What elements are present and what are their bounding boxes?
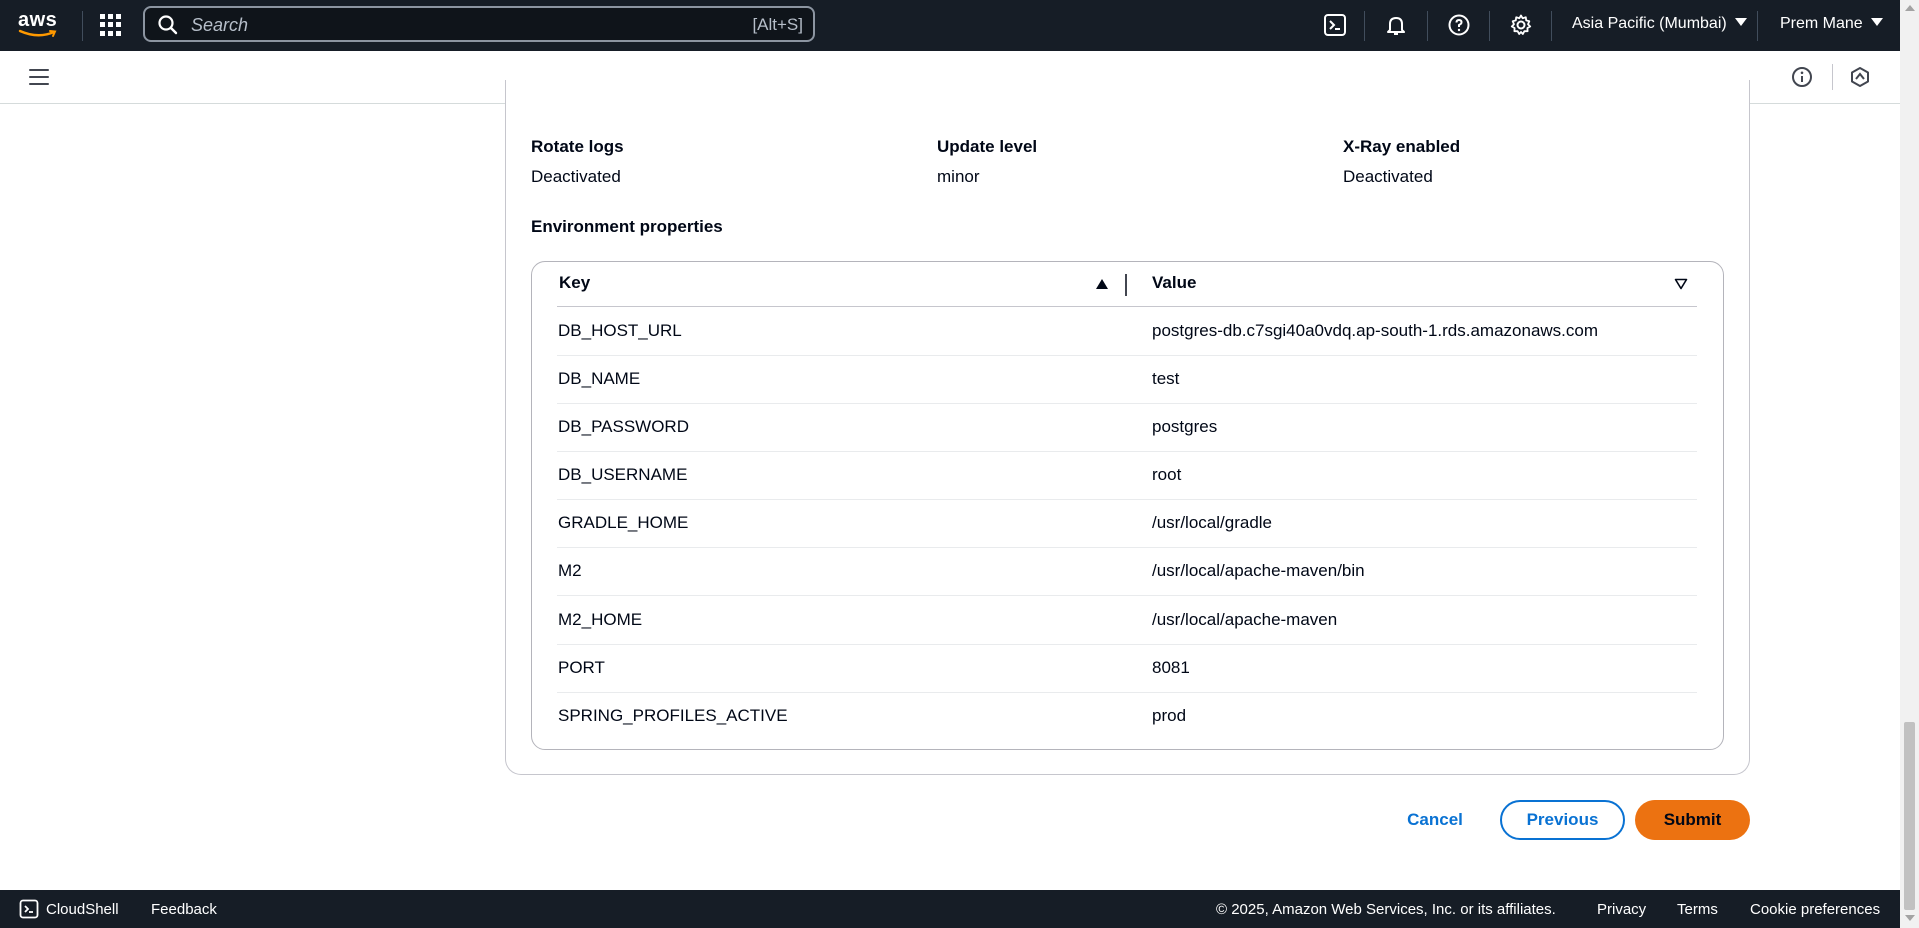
- env-key: SPRING_PROFILES_ACTIVE: [558, 706, 788, 725]
- table-row: M2 /usr/local/apache-maven/bin: [557, 547, 1697, 596]
- footer-cookie-preferences-link[interactable]: Cookie preferences: [1750, 901, 1880, 918]
- caret-down-icon: [1734, 18, 1747, 26]
- previous-button[interactable]: Previous: [1500, 800, 1625, 840]
- nav-separator: [1757, 11, 1758, 41]
- table-row: DB_NAME test: [557, 355, 1697, 404]
- table-row: GRADLE_HOME /usr/local/gradle: [557, 499, 1697, 548]
- env-value: root: [1152, 465, 1182, 484]
- nav-separator: [1551, 11, 1552, 41]
- scrollbar-thumb[interactable]: [1904, 722, 1915, 910]
- table-row: PORT 8081: [557, 644, 1697, 693]
- column-resizer[interactable]: [1125, 274, 1127, 296]
- env-value: postgres: [1152, 417, 1218, 436]
- table-row: DB_PASSWORD postgres: [557, 403, 1697, 452]
- submit-button[interactable]: Submit: [1635, 800, 1750, 840]
- nav-separator: [1489, 11, 1490, 41]
- footer-copyright: © 2025, Amazon Web Services, Inc. or its…: [1216, 901, 1556, 918]
- scroll-up-arrow-icon[interactable]: [1905, 5, 1915, 11]
- env-key: DB_HOST_URL: [558, 321, 682, 340]
- env-key: GRADLE_HOME: [558, 513, 689, 532]
- account-name: Prem Mane: [1780, 15, 1863, 32]
- table-row: DB_HOST_URL postgres-db.c7sgi40a0vdq.ap-…: [557, 307, 1697, 356]
- env-key: PORT: [558, 658, 605, 677]
- env-key: DB_USERNAME: [558, 465, 688, 484]
- sort-ascending-icon[interactable]: [1095, 278, 1109, 290]
- env-key: DB_NAME: [558, 369, 641, 388]
- detail-value-xray-enabled: Deactivated: [1343, 167, 1433, 186]
- environment-properties-heading: Environment properties: [531, 217, 723, 236]
- aws-logo-text: aws: [18, 9, 58, 31]
- region-selector[interactable]: Asia Pacific (Mumbai): [1572, 15, 1747, 33]
- nav-separator: [1427, 11, 1428, 41]
- search-box[interactable]: [Alt+S]: [143, 6, 815, 42]
- env-value: /usr/local/apache-maven: [1152, 610, 1338, 629]
- info-icon[interactable]: [1791, 66, 1813, 88]
- account-menu[interactable]: Prem Mane: [1780, 15, 1883, 33]
- nav-separator: [1364, 11, 1365, 41]
- aws-smile-icon: [18, 29, 57, 37]
- detail-value-update-level: minor: [937, 167, 980, 186]
- sort-descending-icon[interactable]: [1674, 278, 1688, 290]
- help-icon[interactable]: [1447, 13, 1471, 37]
- detail-value-rotate-logs: Deactivated: [531, 167, 621, 186]
- env-value: 8081: [1152, 658, 1190, 677]
- detail-label-rotate-logs: Rotate logs: [531, 137, 624, 156]
- column-header-value[interactable]: Value: [1152, 273, 1196, 293]
- scroll-down-arrow-icon[interactable]: [1905, 915, 1915, 921]
- search-icon: [158, 15, 178, 35]
- cloudshell-icon[interactable]: [1323, 13, 1347, 37]
- env-value: postgres-db.c7sgi40a0vdq.ap-south-1.rds.…: [1152, 321, 1599, 340]
- env-key: M2: [558, 561, 582, 580]
- footer-terms-link[interactable]: Terms: [1677, 901, 1718, 918]
- column-header-key[interactable]: Key: [559, 273, 590, 293]
- footer-feedback-link[interactable]: Feedback: [151, 901, 217, 918]
- table-row: SPRING_PROFILES_ACTIVE prod: [557, 692, 1697, 740]
- detail-label-xray-enabled: X-Ray enabled: [1343, 137, 1461, 156]
- search-input[interactable]: [189, 8, 673, 42]
- env-value: /usr/local/gradle: [1152, 513, 1273, 532]
- cancel-button[interactable]: Cancel: [1392, 803, 1478, 837]
- detail-label-update-level: Update level: [937, 137, 1038, 156]
- env-key: M2_HOME: [558, 610, 643, 629]
- region-label: Asia Pacific (Mumbai): [1572, 15, 1727, 32]
- settings-gear-icon[interactable]: [1509, 13, 1533, 37]
- cloudshell-icon[interactable]: [19, 899, 39, 919]
- assistant-hexagon-icon[interactable]: [1849, 66, 1871, 88]
- footer-cloudshell-link[interactable]: CloudShell: [46, 901, 119, 918]
- aws-logo[interactable]: aws: [18, 10, 62, 42]
- env-value: /usr/local/apache-maven/bin: [1152, 561, 1365, 580]
- notifications-bell-icon[interactable]: [1384, 13, 1408, 37]
- top-navigation: aws [Alt+S] Asia Pacific (: [0, 0, 1900, 51]
- hamburger-menu-icon[interactable]: [29, 69, 49, 85]
- search-shortcut-hint: [Alt+S]: [752, 15, 803, 34]
- env-value: prod: [1152, 706, 1187, 725]
- env-value: test: [1152, 369, 1180, 388]
- caret-down-icon: [1870, 18, 1883, 26]
- table-row: M2_HOME /usr/local/apache-maven: [557, 596, 1697, 645]
- nav-separator: [82, 11, 83, 41]
- page-scrollbar[interactable]: [1900, 0, 1919, 928]
- table-row: DB_USERNAME root: [557, 451, 1697, 500]
- env-key: DB_PASSWORD: [558, 417, 689, 436]
- subnav-separator: [1832, 64, 1833, 90]
- console-footer: CloudShell Feedback © 2025, Amazon Web S…: [0, 890, 1900, 928]
- services-grid-icon[interactable]: [100, 14, 122, 36]
- footer-privacy-link[interactable]: Privacy: [1597, 901, 1646, 918]
